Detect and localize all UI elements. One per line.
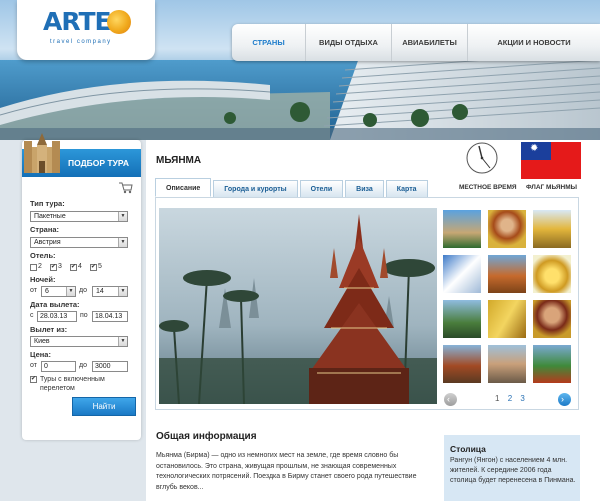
nights-label: Ночей: [30,275,56,284]
country-title: МЬЯНМА [156,155,202,166]
date-from-prefix: с [30,312,34,319]
main-photo[interactable] [159,208,437,404]
main-nav: СТРАНЫ ВИДЫ ОТДЫХА АВИАБИЛЕТЫ АКЦИИ И НО… [232,24,600,61]
date-from-input[interactable]: 28.03.13 [37,311,77,322]
photo-gallery: ‹ 1 2 3 › [155,197,579,410]
hotel-label: Отель: [30,251,56,260]
tour-search-title: ПОДБОР ТУРА [68,158,129,168]
hotel-star-4-label: 4 [78,263,82,270]
tab-map[interactable]: Карта [385,180,428,198]
thumbnail[interactable] [442,209,482,249]
thumbnail[interactable] [442,344,482,384]
nights-to-select[interactable]: 14 ▼ [92,286,128,297]
chevron-down-icon: ▼ [118,287,127,296]
thumbnail[interactable] [487,299,527,339]
capital-box: Столица Рангун (Янгон) с населением 4 мл… [444,435,580,501]
general-info-title: Общая информация [156,431,257,442]
tab-cities-resorts[interactable]: Города и курорты [213,180,298,198]
page-link[interactable]: 3 [520,394,524,403]
nights-from-value: 6 [45,288,49,295]
nights-from-prefix: от [30,287,37,294]
hotel-star-3-checkbox[interactable]: ✔ [50,264,57,271]
flight-included-checkbox[interactable]: ✔ [30,376,37,383]
flag-label: ФЛАГ МЬЯНМЫ [526,184,578,191]
nav-item-holiday-types[interactable]: ВИДЫ ОТДЫХА [306,24,392,61]
tab-visa[interactable]: Виза [345,180,384,198]
tab-description[interactable]: Описание [155,178,212,197]
logo-text: ARTE [43,7,112,36]
arrow-left-icon[interactable]: ‹ [444,393,457,406]
country-label: Страна: [30,225,60,234]
globe-icon [107,10,131,34]
local-time-label: МЕСТНОЕ ВРЕМЯ [459,184,517,191]
tour-type-value: Пакетные [34,213,66,220]
departure-city-label: Вылет из: [30,325,68,334]
hotel-star-3-label: 3 [58,263,62,270]
nav-item-promotions-news[interactable]: АКЦИИ И НОВОСТИ [468,24,600,61]
logo-subtitle: travel company [50,39,112,45]
hotel-star-5-label: 5 [98,263,102,270]
star-icon: ✹ [530,143,539,154]
country-value: Австрия [34,239,61,246]
hotel-star-2-checkbox[interactable] [30,264,37,271]
country-content: МЬЯНМА ✹ МЕСТНОЕ ВРЕМЯ ФЛАГ МЬЯНМЫ Описа… [146,140,600,501]
chevron-down-icon: ▼ [66,287,75,296]
page-link[interactable]: 2 [508,394,512,403]
thumbnail[interactable] [532,254,572,294]
flight-included-label: Туры с включенным перелетом [40,376,105,392]
date-to-prefix: по [80,312,88,319]
departure-city-select[interactable]: Киев ▼ [30,336,128,347]
nav-item-countries[interactable]: СТРАНЫ [232,24,306,61]
thumbnail[interactable] [487,344,527,384]
thumbnail[interactable] [532,209,572,249]
country-tabs: Описание Города и курорты Отели Виза Кар… [155,178,430,198]
thumbnail[interactable] [532,299,572,339]
thumbnail[interactable] [442,299,482,339]
hotel-star-5-checkbox[interactable]: ✔ [90,264,97,271]
price-label: Цена: [30,350,51,359]
hotel-star-4-checkbox[interactable]: ✔ [70,264,77,271]
price-from-input[interactable]: 0 [41,361,76,372]
date-to-input[interactable]: 18.04.13 [92,311,128,322]
thumbnail[interactable] [487,209,527,249]
tab-hotels[interactable]: Отели [299,180,344,198]
general-info-text: Мьянма (Бирма) — одно из немногих мест н… [156,452,417,491]
cart-icon[interactable] [119,182,133,194]
tour-type-select[interactable]: Пакетные ▼ [30,211,128,222]
capital-text: Рангун (Янгон) с населением 4 млн. жител… [450,457,576,484]
hotel-star-2-label: 2 [38,263,42,270]
clock-icon [466,142,498,174]
myanmar-flag: ✹ [521,142,581,179]
departure-city-value: Киев [34,338,50,345]
price-to-input[interactable]: 3000 [92,361,128,372]
page-link[interactable]: 1 [495,394,499,403]
price-to-prefix: до [79,362,87,369]
tour-type-label: Тип тура: [30,199,65,208]
flag-canton: ✹ [521,142,551,160]
chevron-down-icon: ▼ [118,337,127,346]
nav-item-flights[interactable]: АВИАБИЛЕТЫ [392,24,468,61]
logo[interactable]: ARTE travel company [17,0,155,60]
nights-to-value: 14 [96,288,104,295]
chevron-down-icon: ▼ [118,238,127,247]
nights-from-select[interactable]: 6 ▼ [41,286,76,297]
tour-search-panel: ПОДБОР ТУРА Тип тура: Пакетные ▼ Страна:… [22,133,141,440]
castle-icon [24,133,60,173]
search-button[interactable]: Найти [72,397,136,416]
nights-to-prefix: до [79,287,87,294]
gallery-pagination: 1 2 3 [495,394,531,403]
capital-title: Столица [450,444,486,454]
departure-date-label: Дата вылета: [30,300,80,309]
header-banner: ARTE travel company СТРАНЫ ВИДЫ ОТДЫХА А… [0,0,600,140]
country-select[interactable]: Австрия ▼ [30,237,128,248]
price-from-prefix: от [30,362,37,369]
thumbnail[interactable] [532,344,572,384]
chevron-down-icon: ▼ [118,212,127,221]
thumbnail[interactable] [487,254,527,294]
thumbnail[interactable] [442,254,482,294]
arrow-right-icon[interactable]: › [558,393,571,406]
